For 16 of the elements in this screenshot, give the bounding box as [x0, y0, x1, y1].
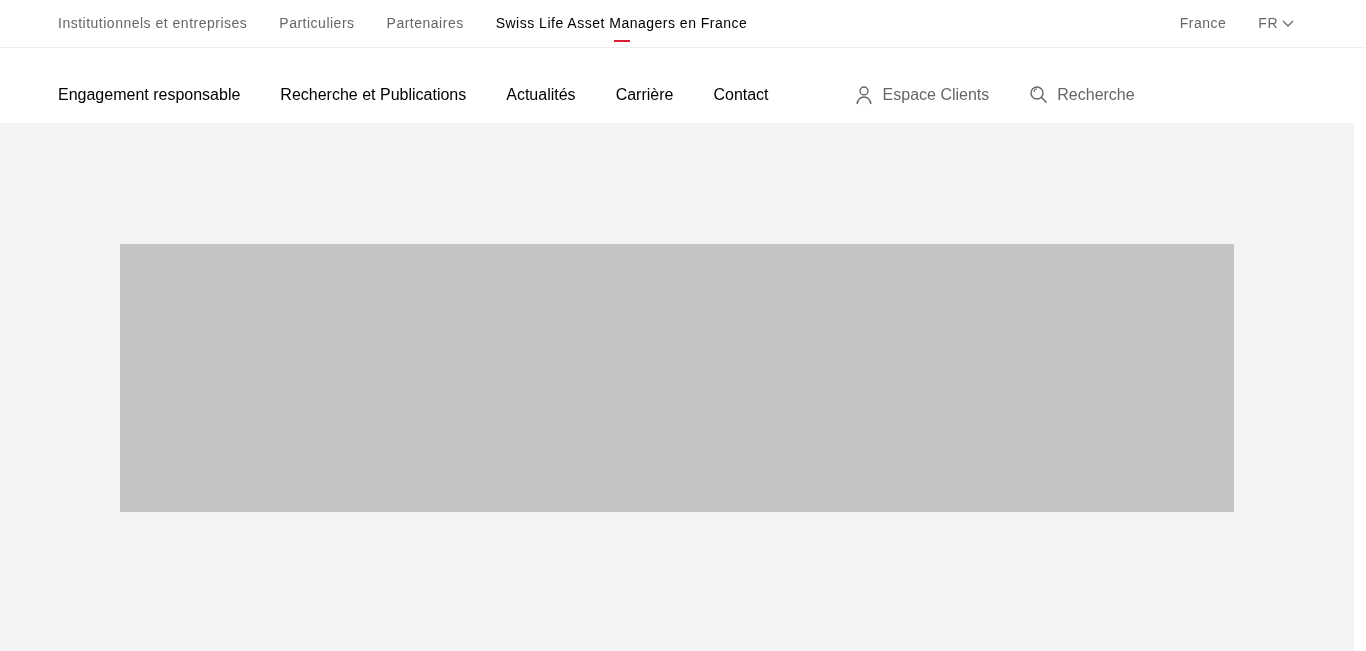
main-nav-link[interactable]: Engagement responsable	[58, 83, 241, 107]
search-link[interactable]: Recherche	[1029, 83, 1135, 107]
search-icon	[1029, 85, 1050, 105]
chevron-down-icon	[1282, 19, 1294, 28]
top-nav-link[interactable]: Partenaires	[386, 5, 464, 42]
user-icon	[854, 85, 875, 105]
main-nav-link[interactable]: Carrière	[615, 83, 674, 107]
account-link[interactable]: Espace Clients	[854, 83, 990, 107]
top-nav-link[interactable]: Institutionnels et entreprises	[58, 5, 248, 42]
language-selector[interactable]: FR	[1258, 5, 1294, 42]
top-nav-link[interactable]: Swiss Life Asset Managers en France	[495, 5, 748, 42]
country-link[interactable]: France	[1179, 5, 1227, 42]
main-nav-link[interactable]: Actualités	[506, 83, 576, 107]
main-nav-link[interactable]: Recherche et Publications	[280, 83, 467, 107]
main-nav-link[interactable]: Contact	[713, 83, 769, 107]
top-nav-link[interactable]: Particuliers	[279, 5, 355, 42]
